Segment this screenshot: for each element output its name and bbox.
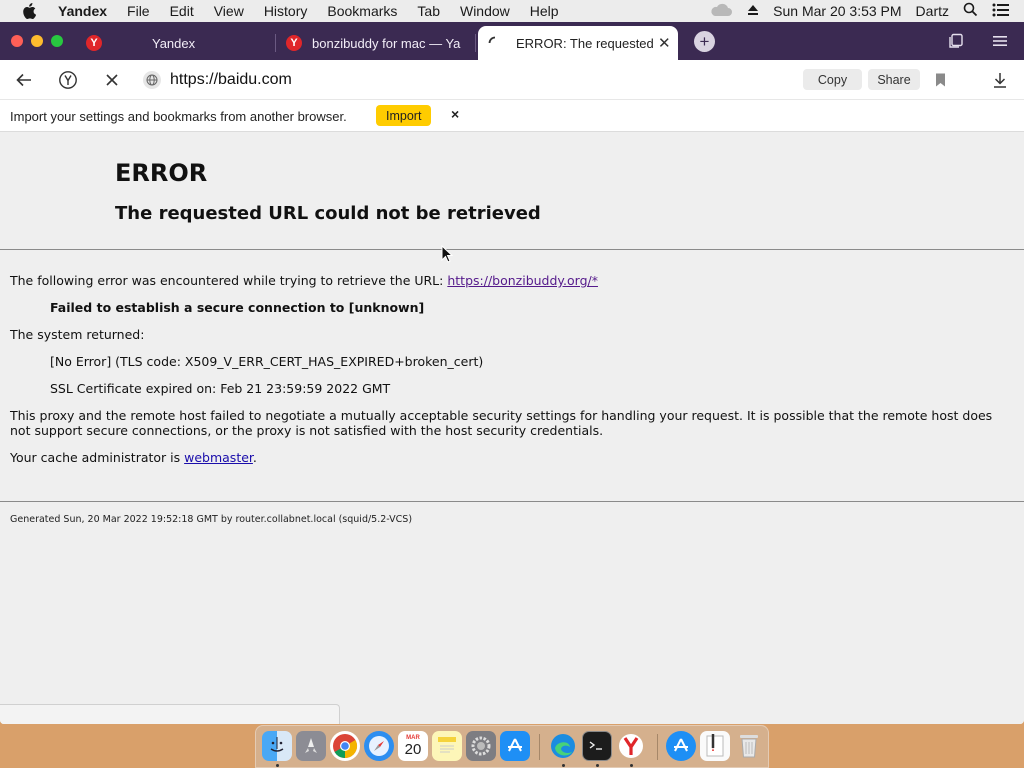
close-window-button[interactable] — [11, 35, 23, 47]
close-tab-icon[interactable]: ✕ — [658, 34, 671, 52]
menu-clock[interactable]: Sun Mar 20 3:53 PM — [773, 3, 901, 19]
system-preferences-icon[interactable] — [466, 731, 496, 761]
menu-history[interactable]: History — [264, 3, 308, 19]
menu-edit[interactable]: Edit — [170, 3, 194, 19]
copy-button[interactable]: Copy — [803, 69, 862, 90]
error-header: ERROR The requested URL could not be ret… — [0, 132, 1024, 250]
system-returned-label: The system returned: — [10, 327, 145, 342]
running-indicator — [596, 764, 599, 767]
tab-title: ERROR: The requested — [516, 35, 654, 51]
browser-toolbar: Copy Share — [0, 60, 1024, 100]
share-button[interactable]: Share — [868, 69, 920, 90]
import-infobar: Import your settings and bookmarks from … — [0, 100, 1024, 132]
running-indicator — [276, 764, 279, 767]
import-message: Import your settings and bookmarks from … — [10, 109, 347, 124]
menu-user[interactable]: Dartz — [916, 3, 949, 19]
error-footer: Generated Sun, 20 Mar 2022 19:52:18 GMT … — [10, 514, 413, 525]
menu-bookmarks[interactable]: Bookmarks — [327, 3, 397, 19]
close-infobar-icon[interactable]: × — [451, 106, 459, 122]
proxy-message: This proxy and the remote host failed to… — [10, 408, 993, 438]
notes-icon[interactable] — [432, 731, 462, 761]
new-tab-button[interactable]: + — [694, 31, 715, 52]
error-url-link[interactable]: https://bonzibuddy.org/* — [447, 273, 598, 288]
tab-error[interactable]: ERROR: The requested ✕ — [478, 26, 678, 60]
loading-spinner-icon — [488, 36, 502, 50]
terminal-icon[interactable] — [582, 731, 612, 761]
menu-window[interactable]: Window — [460, 3, 510, 19]
calendar-icon[interactable]: MAR 20 — [398, 731, 428, 761]
running-indicator — [562, 764, 565, 767]
yandex-icon[interactable] — [616, 731, 646, 761]
tls-error-code: [No Error] (TLS code: X509_V_ERR_CERT_HA… — [50, 354, 484, 369]
safari-icon[interactable] — [364, 731, 394, 761]
dock-separator — [657, 734, 658, 760]
calendar-day: 20 — [404, 741, 422, 758]
error-title: ERROR — [115, 159, 208, 187]
footer-divider — [0, 501, 1024, 502]
menu-help[interactable]: Help — [530, 3, 559, 19]
eject-icon[interactable] — [747, 3, 759, 19]
edge-icon[interactable] — [548, 731, 578, 761]
app-store-icon[interactable] — [500, 731, 530, 761]
tab-title: Yandex — [152, 35, 196, 51]
tab-strip: Y Yandex Y bonzibuddy for mac — Ya ERROR… — [0, 22, 1024, 60]
yandex-favicon-icon: Y — [86, 35, 102, 51]
dock-separator — [539, 734, 540, 760]
downloads-icon[interactable] — [989, 69, 1011, 91]
cache-admin-suffix: . — [252, 450, 257, 465]
error-page: ERROR The requested URL could not be ret… — [0, 132, 1024, 724]
tab-title: bonzibuddy for mac — Ya — [312, 35, 461, 51]
finder-icon[interactable] — [262, 731, 292, 761]
zoom-window-button[interactable] — [51, 35, 63, 47]
cache-admin-line: Your cache administrator is webmaster. — [10, 450, 257, 465]
status-bar — [0, 704, 340, 724]
window-controls — [11, 35, 71, 47]
address-bar-input[interactable] — [165, 68, 785, 92]
tab-bonzibuddy[interactable]: Y bonzibuddy for mac — Ya — [286, 26, 476, 60]
menu-bar: Yandex File Edit View History Bookmarks … — [0, 0, 1024, 22]
globe-icon[interactable] — [143, 71, 161, 89]
import-button[interactable]: Import — [376, 105, 432, 126]
yandex-button-icon[interactable] — [57, 69, 79, 91]
menu-tab[interactable]: Tab — [417, 3, 440, 19]
webmaster-link[interactable]: webmaster — [184, 450, 253, 465]
cloud-icon[interactable] — [709, 3, 733, 20]
bookmark-icon[interactable] — [929, 69, 951, 91]
running-indicator — [630, 764, 633, 767]
back-arrow-icon[interactable] — [13, 69, 35, 91]
error-subtitle: The requested URL could not be retrieved — [115, 203, 541, 224]
error-intro: The following error was encountered whil… — [10, 273, 598, 288]
spotlight-icon[interactable] — [963, 2, 978, 20]
yandex-favicon-icon: Y — [286, 35, 302, 51]
stop-loading-icon[interactable] — [101, 69, 123, 91]
textedit-icon[interactable] — [700, 731, 730, 761]
menu-hamburger-icon[interactable] — [990, 31, 1010, 51]
mouse-cursor-icon — [441, 244, 454, 268]
control-center-icon[interactable] — [992, 3, 1010, 20]
collections-icon[interactable] — [946, 31, 966, 51]
apple-icon[interactable] — [18, 0, 40, 22]
menu-app-name[interactable]: Yandex — [58, 3, 107, 19]
dock: MAR 20 — [255, 725, 769, 768]
chrome-icon[interactable] — [330, 731, 360, 761]
launchpad-icon[interactable] — [296, 731, 326, 761]
tab-yandex[interactable]: Y Yandex — [86, 26, 276, 60]
error-failure: Failed to establish a secure connection … — [50, 300, 425, 315]
cache-admin-prefix: Your cache administrator is — [10, 450, 185, 465]
trash-icon[interactable] — [734, 731, 764, 761]
error-intro-text: The following error was encountered whil… — [10, 273, 448, 288]
browser-window: Y Yandex Y bonzibuddy for mac — Ya ERROR… — [0, 22, 1024, 724]
minimize-window-button[interactable] — [31, 35, 43, 47]
app-store-icon[interactable] — [666, 731, 696, 761]
menu-view[interactable]: View — [214, 3, 244, 19]
menu-file[interactable]: File — [127, 3, 150, 19]
cert-expired-text: SSL Certificate expired on: Feb 21 23:59… — [50, 381, 391, 396]
